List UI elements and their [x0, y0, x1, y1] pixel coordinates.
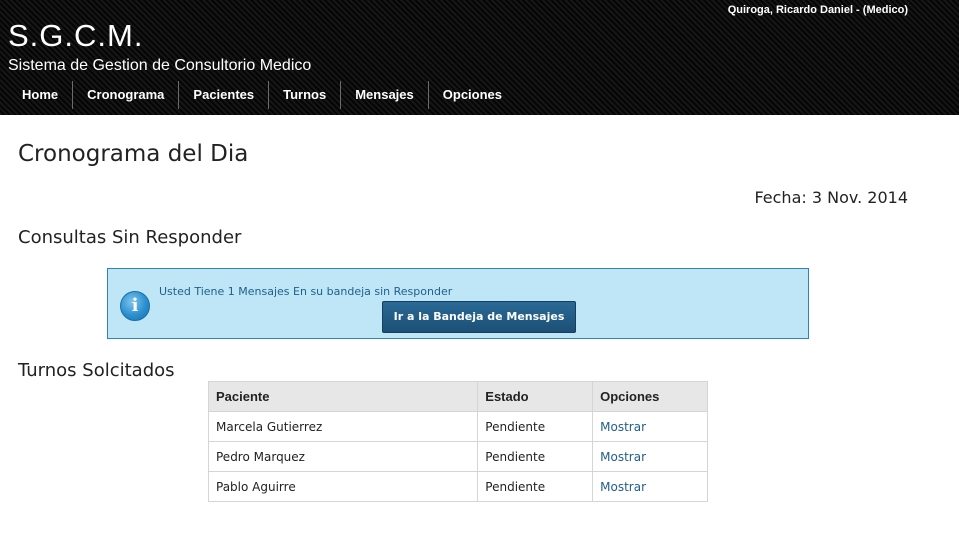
date-display: Fecha: 3 Nov. 2014 — [754, 188, 908, 207]
nav-home[interactable]: Home — [8, 81, 72, 109]
nav-pacientes[interactable]: Pacientes — [179, 81, 268, 109]
mostrar-link[interactable]: Mostrar — [592, 471, 708, 502]
info-alert: i Usted Tiene 1 Mensajes En su bandeja s… — [107, 268, 809, 339]
cell-estado: Pendiente — [477, 441, 594, 472]
turnos-table: Paciente Estado Opciones Marcela Gutierr… — [207, 381, 708, 502]
nav-mensajes[interactable]: Mensajes — [341, 81, 428, 109]
app-logo[interactable]: S.G.C.M. — [8, 18, 143, 54]
table-row: Pablo Aguirre Pendiente Mostrar — [207, 471, 708, 502]
cell-estado: Pendiente — [477, 411, 594, 442]
table-row: Marcela Gutierrez Pendiente Mostrar — [207, 411, 708, 442]
cell-paciente: Pablo Aguirre — [207, 471, 479, 502]
section-title-turnos: Turnos Solcitados — [18, 360, 175, 381]
alert-message: Usted Tiene 1 Mensajes En su bandeja sin… — [159, 285, 453, 298]
cell-estado: Pendiente — [477, 471, 594, 502]
mostrar-link[interactable]: Mostrar — [592, 441, 708, 472]
main-nav: Home Cronograma Pacientes Turnos Mensaje… — [8, 81, 516, 109]
date-label: Fecha: — [754, 188, 807, 207]
section-title-consultas: Consultas Sin Responder — [18, 227, 242, 248]
column-header-paciente: Paciente — [207, 381, 479, 412]
user-info: Quiroga, Ricardo Daniel - (Medico) — [727, 4, 908, 16]
nav-cronograma[interactable]: Cronograma — [73, 81, 178, 109]
info-icon: i — [120, 291, 150, 321]
app-subtitle: Sistema de Gestion de Consultorio Medico — [8, 57, 312, 74]
nav-turnos[interactable]: Turnos — [269, 81, 340, 109]
column-header-opciones: Opciones — [592, 381, 708, 412]
cell-paciente: Marcela Gutierrez — [207, 411, 479, 442]
page-title: Cronograma del Dia — [18, 141, 249, 167]
inbox-button[interactable]: Ir a la Bandeja de Mensajes — [382, 301, 576, 333]
mostrar-link[interactable]: Mostrar — [592, 411, 708, 442]
header: Quiroga, Ricardo Daniel - (Medico) S.G.C… — [0, 0, 959, 115]
table-row: Pedro Marquez Pendiente Mostrar — [207, 441, 708, 472]
nav-opciones[interactable]: Opciones — [429, 81, 516, 109]
table-header-row: Paciente Estado Opciones — [207, 381, 708, 412]
cell-paciente: Pedro Marquez — [207, 441, 479, 472]
date-value: 3 Nov. 2014 — [811, 188, 908, 207]
column-header-estado: Estado — [477, 381, 594, 412]
